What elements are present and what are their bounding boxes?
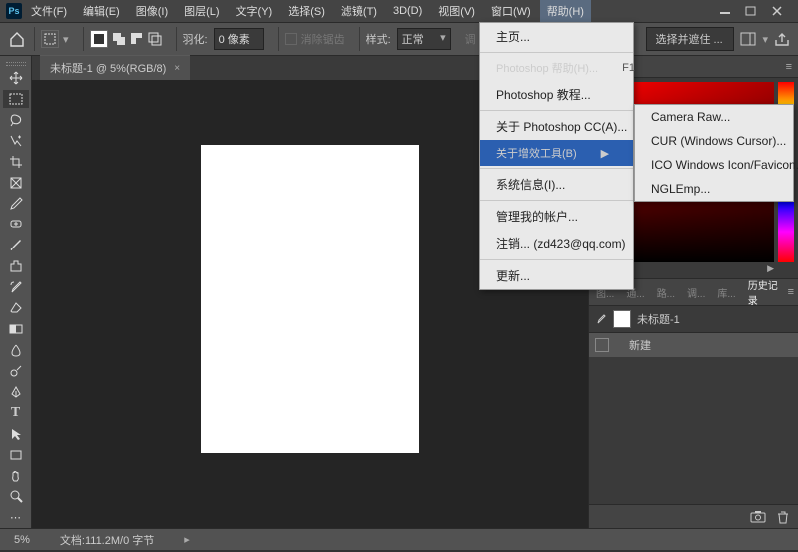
plugin-cur[interactable]: CUR (Windows Cursor)... [635,129,793,153]
type-tool[interactable]: T [3,403,29,422]
adjust-tab[interactable]: 调... [684,283,708,302]
menu-filter[interactable]: 滤镜(T) [334,0,384,22]
plugins-submenu: Camera Raw... CUR (Windows Cursor)... IC… [634,104,794,202]
zoom-tool[interactable] [3,487,29,506]
menu-help[interactable]: 帮助(H) [540,0,591,22]
panel-menu-icon[interactable]: ≡ [786,61,792,73]
document-tab-label: 未标题-1 @ 5%(RGB/8) [50,60,166,76]
history-state[interactable]: 新建 [589,333,798,357]
history-snapshot[interactable]: 未标题-1 [589,306,798,333]
history-tab[interactable]: 历史记录 [745,275,782,309]
select-and-mask-button[interactable]: 选择并遮住 ... [646,27,734,51]
menu-update[interactable]: 更新... [480,262,633,289]
frame-tool[interactable] [3,173,29,192]
plugin-camera-raw[interactable]: Camera Raw... [635,105,793,129]
menu-account[interactable]: 管理我的帐户... [480,203,633,230]
menu-home[interactable]: 主页... [480,23,633,50]
plugin-ico[interactable]: ICO Windows Icon/Favicon... [635,153,793,177]
menu-plugins[interactable]: 关于增效工具(B)▶ [480,140,633,166]
adjust-label: 调 [465,31,476,47]
canvas[interactable] [201,145,419,453]
quick-select-tool[interactable] [3,131,29,150]
panel-menu-icon[interactable]: ≡ [788,286,794,298]
crop-tool[interactable] [3,152,29,171]
close-tab-icon[interactable]: × [174,63,180,74]
blur-tool[interactable] [3,341,29,360]
feather-label: 羽化: [183,31,208,47]
marquee-tool[interactable] [3,90,29,109]
menu-edit[interactable]: 编辑(E) [76,0,127,22]
selection-new-icon[interactable] [90,30,108,48]
selection-subtract-icon[interactable] [130,32,144,46]
style-label: 样式: [366,31,391,47]
gradient-tool[interactable] [3,320,29,339]
workspace-icon[interactable] [740,32,756,46]
style-select[interactable]: 正常 ▾ [397,28,451,50]
menu-ps-help[interactable]: Photoshop 帮助(H)...F1 [480,55,633,81]
menu-type[interactable]: 文字(Y) [229,0,280,22]
paths-tab[interactable]: 路... [654,283,678,302]
menu-window[interactable]: 窗口(W) [484,0,538,22]
toolbar-handle[interactable] [0,60,31,68]
menu-file[interactable]: 文件(F) [24,0,74,22]
maximize-button[interactable] [744,4,758,18]
hand-tool[interactable] [3,466,29,485]
hue-arrow-icon: ▶ [767,263,774,274]
snapshot-label: 未标题-1 [637,311,680,327]
new-snapshot-icon[interactable] [750,510,766,523]
delete-icon[interactable] [776,510,790,524]
document-tab[interactable]: 未标题-1 @ 5%(RGB/8) × [40,55,190,80]
home-icon[interactable] [8,30,26,48]
menu-select[interactable]: 选择(S) [281,0,332,22]
antialias-label: 消除锯齿 [301,31,345,47]
history-state-label: 新建 [629,337,651,353]
zoom-level[interactable]: 5% [14,534,30,546]
history-brush-source-icon[interactable] [595,313,607,325]
app-logo: Ps [6,3,22,19]
chevron-down-icon[interactable]: ▾ [63,33,69,46]
edit-toolbar-button[interactable]: ⋯ [3,508,29,527]
close-button[interactable] [770,4,784,18]
marquee-tool-preset[interactable] [41,30,59,48]
pen-tool[interactable] [3,382,29,401]
dodge-tool[interactable] [3,361,29,380]
menu-about[interactable]: 关于 Photoshop CC(A)... [480,113,633,140]
path-select-tool[interactable] [3,424,29,443]
history-brush-tool[interactable] [3,278,29,297]
chevron-down-icon[interactable]: ▾ [762,33,768,46]
clone-tool[interactable] [3,257,29,276]
new-doc-icon [595,338,609,352]
status-arrow-icon[interactable]: ▸ [184,533,190,546]
feather-input[interactable]: 0 像素 [214,28,264,50]
rectangle-tool[interactable] [3,445,29,464]
menu-layer[interactable]: 图层(L) [177,0,226,22]
lasso-tool[interactable] [3,110,29,129]
help-menu-dropdown: 主页... Photoshop 帮助(H)...F1 Photoshop 教程.… [479,22,634,290]
doc-size[interactable]: 文档:111.2M/0 字节 [60,532,154,548]
menu-tutorial[interactable]: Photoshop 教程... [480,81,633,108]
menu-3d[interactable]: 3D(D) [386,2,429,20]
menu-view[interactable]: 视图(V) [431,0,482,22]
selection-intersect-icon[interactable] [148,32,162,46]
menu-image[interactable]: 图像(I) [129,0,175,22]
selection-add-icon[interactable] [112,32,126,46]
checkbox-antialias [285,33,297,45]
share-icon[interactable] [774,32,790,46]
libraries-tab[interactable]: 库... [714,283,738,302]
eyedropper-tool[interactable] [3,194,29,213]
menu-signout[interactable]: 注销... (zd423@qq.com) [480,230,633,257]
brush-tool[interactable] [3,236,29,255]
healing-tool[interactable] [3,215,29,234]
menu-sysinfo[interactable]: 系统信息(I)... [480,171,633,198]
snapshot-thumb [613,310,631,328]
move-tool[interactable] [3,69,29,88]
eraser-tool[interactable] [3,299,29,318]
minimize-button[interactable] [718,4,732,18]
plugin-nglemp[interactable]: NGLEmp... [635,177,793,201]
